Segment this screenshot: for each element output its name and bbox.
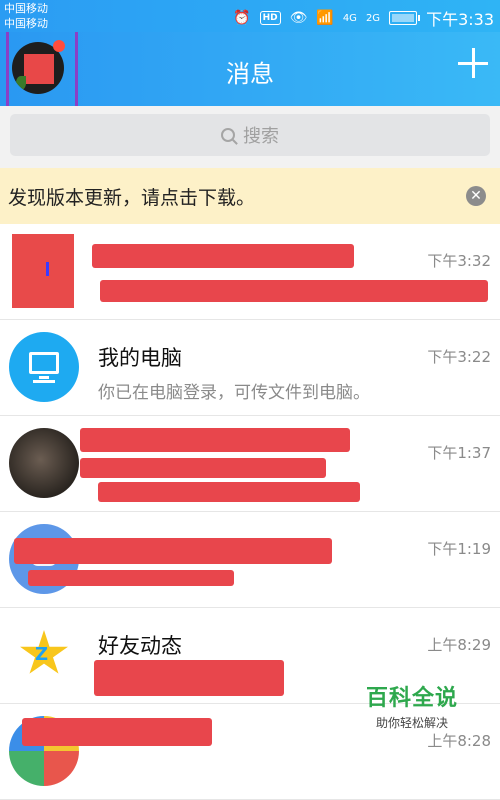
chat-name: 我的电脑 [98, 346, 182, 370]
chat-avatar [12, 234, 74, 308]
status-time: 下午3:33 [426, 10, 494, 29]
chat-avatar: Z [9, 620, 79, 690]
watermark-title: 百科全说 [365, 686, 458, 711]
chat-time: 下午3:22 [427, 348, 491, 366]
hd-icon: HD [259, 11, 281, 25]
redaction-bar [22, 718, 212, 746]
wifi-icon: 📶 [316, 10, 334, 26]
alarm-icon: ⏰ [233, 10, 251, 26]
carrier-label-2: 中国移动 [4, 17, 48, 30]
chat-time: 下午1:19 [427, 540, 491, 558]
redaction-bar [14, 538, 332, 564]
watermark: 百科全说 助你轻松解决 [366, 680, 458, 731]
redaction-bar [98, 482, 360, 502]
search-icon [221, 128, 235, 142]
eye-icon: 👁 [289, 10, 308, 26]
redaction-bar [92, 244, 354, 268]
carrier-label-1: 中国移动 [4, 2, 48, 15]
signal-2g-icon: 2G [365, 12, 381, 24]
notification-dot-icon [53, 40, 65, 52]
watermark-subtitle: 助你轻松解决 [375, 716, 448, 730]
battery-icon [389, 11, 421, 25]
chat-time: 上午8:29 [427, 636, 491, 654]
close-icon[interactable]: ✕ [466, 186, 486, 206]
redaction-bar [100, 280, 488, 302]
search-input[interactable]: 搜索 [10, 114, 490, 156]
chat-time: 下午3:32 [427, 252, 491, 270]
update-text[interactable]: 发现版本更新，请点击下载。 [8, 183, 255, 210]
search-placeholder: 搜索 [243, 126, 279, 147]
chat-item[interactable]: 下午1:19 [0, 512, 500, 608]
update-banner[interactable]: 发现版本更新，请点击下载。 ✕ [0, 168, 500, 224]
chat-item[interactable]: 下午1:37 [0, 416, 500, 512]
chat-item[interactable]: 下午3:32 [0, 224, 500, 320]
search-area: 搜索 [0, 106, 500, 168]
status-icons: ⏰ HD 👁 📶 4G 2G 下午3:33 [233, 6, 494, 30]
redaction-bar [94, 660, 284, 696]
title-bar: 消息 [0, 32, 500, 122]
redaction-bar [80, 428, 350, 452]
status-bar: 中国移动 中国移动 ⏰ HD 👁 📶 4G 2G 下午3:33 [0, 0, 500, 32]
signal-4g-icon: 4G [342, 12, 357, 24]
chat-time: 下午1:37 [427, 444, 491, 462]
chat-item[interactable]: 我的电脑 你已在电脑登录，可传文件到电脑。 下午3:22 [0, 320, 500, 416]
redaction-bar [80, 458, 326, 478]
chat-name: 好友动态 [98, 634, 182, 658]
add-button[interactable] [456, 46, 490, 80]
page-title: 消息 [226, 60, 274, 88]
chat-message: 你已在电脑登录，可传文件到电脑。 [98, 383, 370, 403]
computer-icon [9, 332, 79, 402]
redaction-bar [28, 570, 234, 586]
chat-avatar [9, 428, 79, 498]
chat-time: 上午8:28 [427, 732, 491, 750]
